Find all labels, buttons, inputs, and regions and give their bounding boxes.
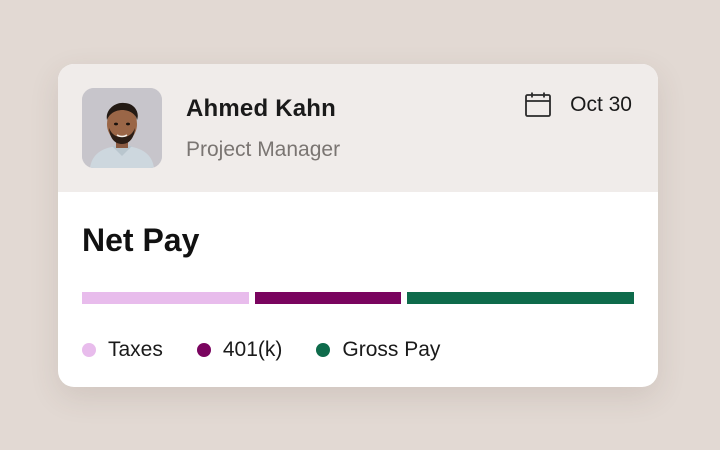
legend-label-gross-pay: Gross Pay [342,338,441,361]
legend: Taxes 401(k) Gross Pay [82,338,474,362]
legend-item-gross-pay: Gross Pay [316,338,440,362]
bar-segment-gross-pay [407,292,634,304]
bar-segment-401-k [255,292,401,304]
avatar-image [82,88,162,168]
pay-date: Oct 30 [524,91,632,119]
legend-item-401k: 401(k) [196,338,283,362]
calendar-icon [524,91,552,119]
employee-role: Project Manager [186,138,341,161]
legend-item-taxes: Taxes [82,338,163,362]
card-body: Net Pay Taxes 401(k) Gross Pay [58,192,658,387]
card-header: Ahmed Kahn Project Manager Oct 30 [58,64,658,192]
date-label: Oct 30 [570,93,632,116]
pay-card: Ahmed Kahn Project Manager Oct 30 Net Pa… [58,64,658,387]
legend-dot-taxes [82,343,96,357]
employee-name: Ahmed Kahn [186,95,337,122]
legend-dot-401k [196,343,211,357]
legend-label-401k: 401(k) [222,338,283,361]
avatar [82,88,162,168]
pay-breakdown-bar [82,292,634,304]
legend-dot-gross-pay [316,343,331,357]
bar-segment-taxes [82,292,249,304]
net-pay-title: Net Pay [82,222,200,258]
legend-label-taxes: Taxes [108,338,163,361]
